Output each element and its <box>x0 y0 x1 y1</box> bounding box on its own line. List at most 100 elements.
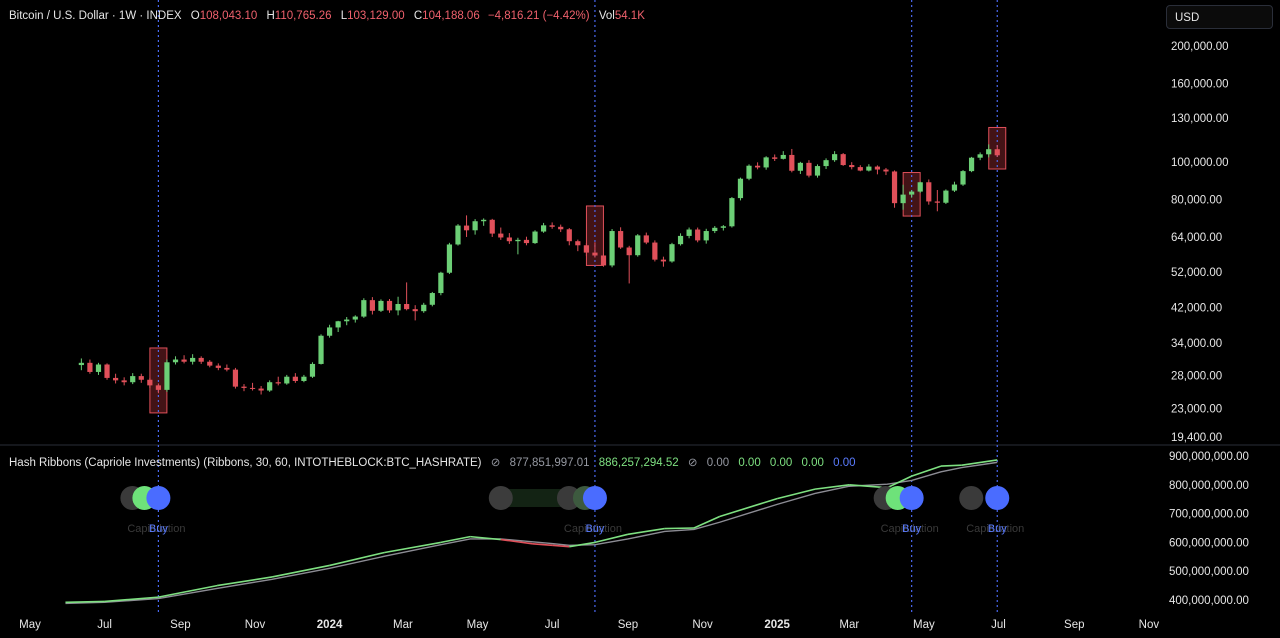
candle[interactable] <box>677 233 684 246</box>
candles-group[interactable] <box>78 144 1000 395</box>
candle[interactable] <box>164 359 170 392</box>
candle[interactable] <box>112 373 119 384</box>
candle[interactable] <box>669 242 675 263</box>
candle[interactable] <box>926 179 932 205</box>
candle[interactable] <box>198 356 204 364</box>
candle[interactable] <box>318 334 324 365</box>
indicator-axis[interactable]: 900,000,000.00 800,000,000.00 700,000,000.… <box>1169 451 1249 607</box>
candle[interactable] <box>386 298 393 313</box>
candle[interactable] <box>130 373 136 385</box>
candle[interactable] <box>446 242 453 275</box>
candle[interactable] <box>275 376 281 386</box>
candle[interactable] <box>754 162 761 170</box>
candle[interactable] <box>481 218 487 226</box>
eye-slash-icon[interactable]: ⊘ <box>688 457 698 469</box>
candle[interactable] <box>618 227 624 249</box>
candle[interactable] <box>489 218 495 237</box>
price-axis[interactable]: 200,000.00 160,000.00 130,000.00 100,000.00… <box>1171 41 1229 444</box>
candle[interactable] <box>789 148 795 173</box>
candle[interactable] <box>883 167 889 176</box>
candle[interactable] <box>566 228 572 246</box>
candle[interactable] <box>361 298 367 318</box>
time-axis[interactable]: May Jul Sep Nov 2024 Mar May Jul Sep Nov 2025 Mar Ma… <box>19 619 1159 631</box>
candle[interactable] <box>138 373 144 383</box>
candle[interactable] <box>558 224 564 233</box>
candle[interactable] <box>301 374 307 383</box>
candle[interactable] <box>575 239 581 252</box>
candle[interactable] <box>95 362 102 375</box>
candle[interactable] <box>797 161 803 174</box>
candle[interactable] <box>849 162 855 170</box>
candle[interactable] <box>523 236 530 246</box>
symbol-title[interactable]: Bitcoin / U.S. Dollar · 1W · INDEX <box>9 10 182 22</box>
candle[interactable] <box>532 230 538 244</box>
candle[interactable] <box>172 356 179 365</box>
candle[interactable] <box>780 151 786 160</box>
candle[interactable] <box>660 256 667 267</box>
candle[interactable] <box>352 315 358 323</box>
candle[interactable] <box>429 291 435 307</box>
candle[interactable] <box>643 232 649 245</box>
candle[interactable] <box>874 165 881 175</box>
candle[interactable] <box>703 228 709 244</box>
candle[interactable] <box>891 170 898 208</box>
candle[interactable] <box>635 234 641 257</box>
candle[interactable] <box>968 156 975 173</box>
candle[interactable] <box>626 245 632 284</box>
candle[interactable] <box>463 215 470 237</box>
candle[interactable] <box>498 227 504 240</box>
candle[interactable] <box>506 233 512 244</box>
candle[interactable] <box>720 225 726 231</box>
candle[interactable] <box>712 226 718 234</box>
candle[interactable] <box>960 170 966 186</box>
candle[interactable] <box>763 156 769 170</box>
candle[interactable] <box>181 355 187 364</box>
candle[interactable] <box>540 222 547 233</box>
candle[interactable] <box>267 380 273 392</box>
candle[interactable] <box>87 359 93 374</box>
currency-button[interactable]: USD <box>1166 5 1273 29</box>
candle[interactable] <box>977 152 983 161</box>
candle[interactable] <box>823 158 829 170</box>
candle[interactable] <box>772 154 778 161</box>
candle[interactable] <box>600 253 607 267</box>
candle[interactable] <box>609 229 615 268</box>
chart-area[interactable]: CapitulationBuy CapitulationBuy Capitulati… <box>0 0 1280 638</box>
candle[interactable] <box>404 282 410 311</box>
candle[interactable] <box>78 358 84 371</box>
candle[interactable] <box>190 354 196 365</box>
eye-slash-icon[interactable]: ⊘ <box>491 457 501 469</box>
candle[interactable] <box>121 377 127 386</box>
candle[interactable] <box>746 164 752 181</box>
candle[interactable] <box>335 320 341 332</box>
candle[interactable] <box>832 151 838 162</box>
candle[interactable] <box>241 384 247 392</box>
candle[interactable] <box>917 181 923 193</box>
candle[interactable] <box>934 189 940 212</box>
candle[interactable] <box>369 297 375 315</box>
candle[interactable] <box>326 324 333 338</box>
candle[interactable] <box>395 296 401 316</box>
candle[interactable] <box>412 305 418 321</box>
candle[interactable] <box>215 363 221 371</box>
candle[interactable] <box>866 164 872 172</box>
candle[interactable] <box>737 177 744 201</box>
candle[interactable] <box>814 164 821 178</box>
candle[interactable] <box>840 153 846 166</box>
candle[interactable] <box>344 316 350 326</box>
candle[interactable] <box>249 382 256 391</box>
candle[interactable] <box>378 299 384 313</box>
candle[interactable] <box>258 386 264 395</box>
candle[interactable] <box>224 364 230 372</box>
candle[interactable] <box>806 160 812 178</box>
candle[interactable] <box>652 240 658 262</box>
candle[interactable] <box>207 360 213 368</box>
candle[interactable] <box>455 224 461 246</box>
candle[interactable] <box>729 197 735 228</box>
candle[interactable] <box>549 222 555 229</box>
candle[interactable] <box>421 302 427 313</box>
candle[interactable] <box>472 219 478 235</box>
candle[interactable] <box>695 227 701 243</box>
candle[interactable] <box>686 227 692 239</box>
candle[interactable] <box>292 373 298 383</box>
